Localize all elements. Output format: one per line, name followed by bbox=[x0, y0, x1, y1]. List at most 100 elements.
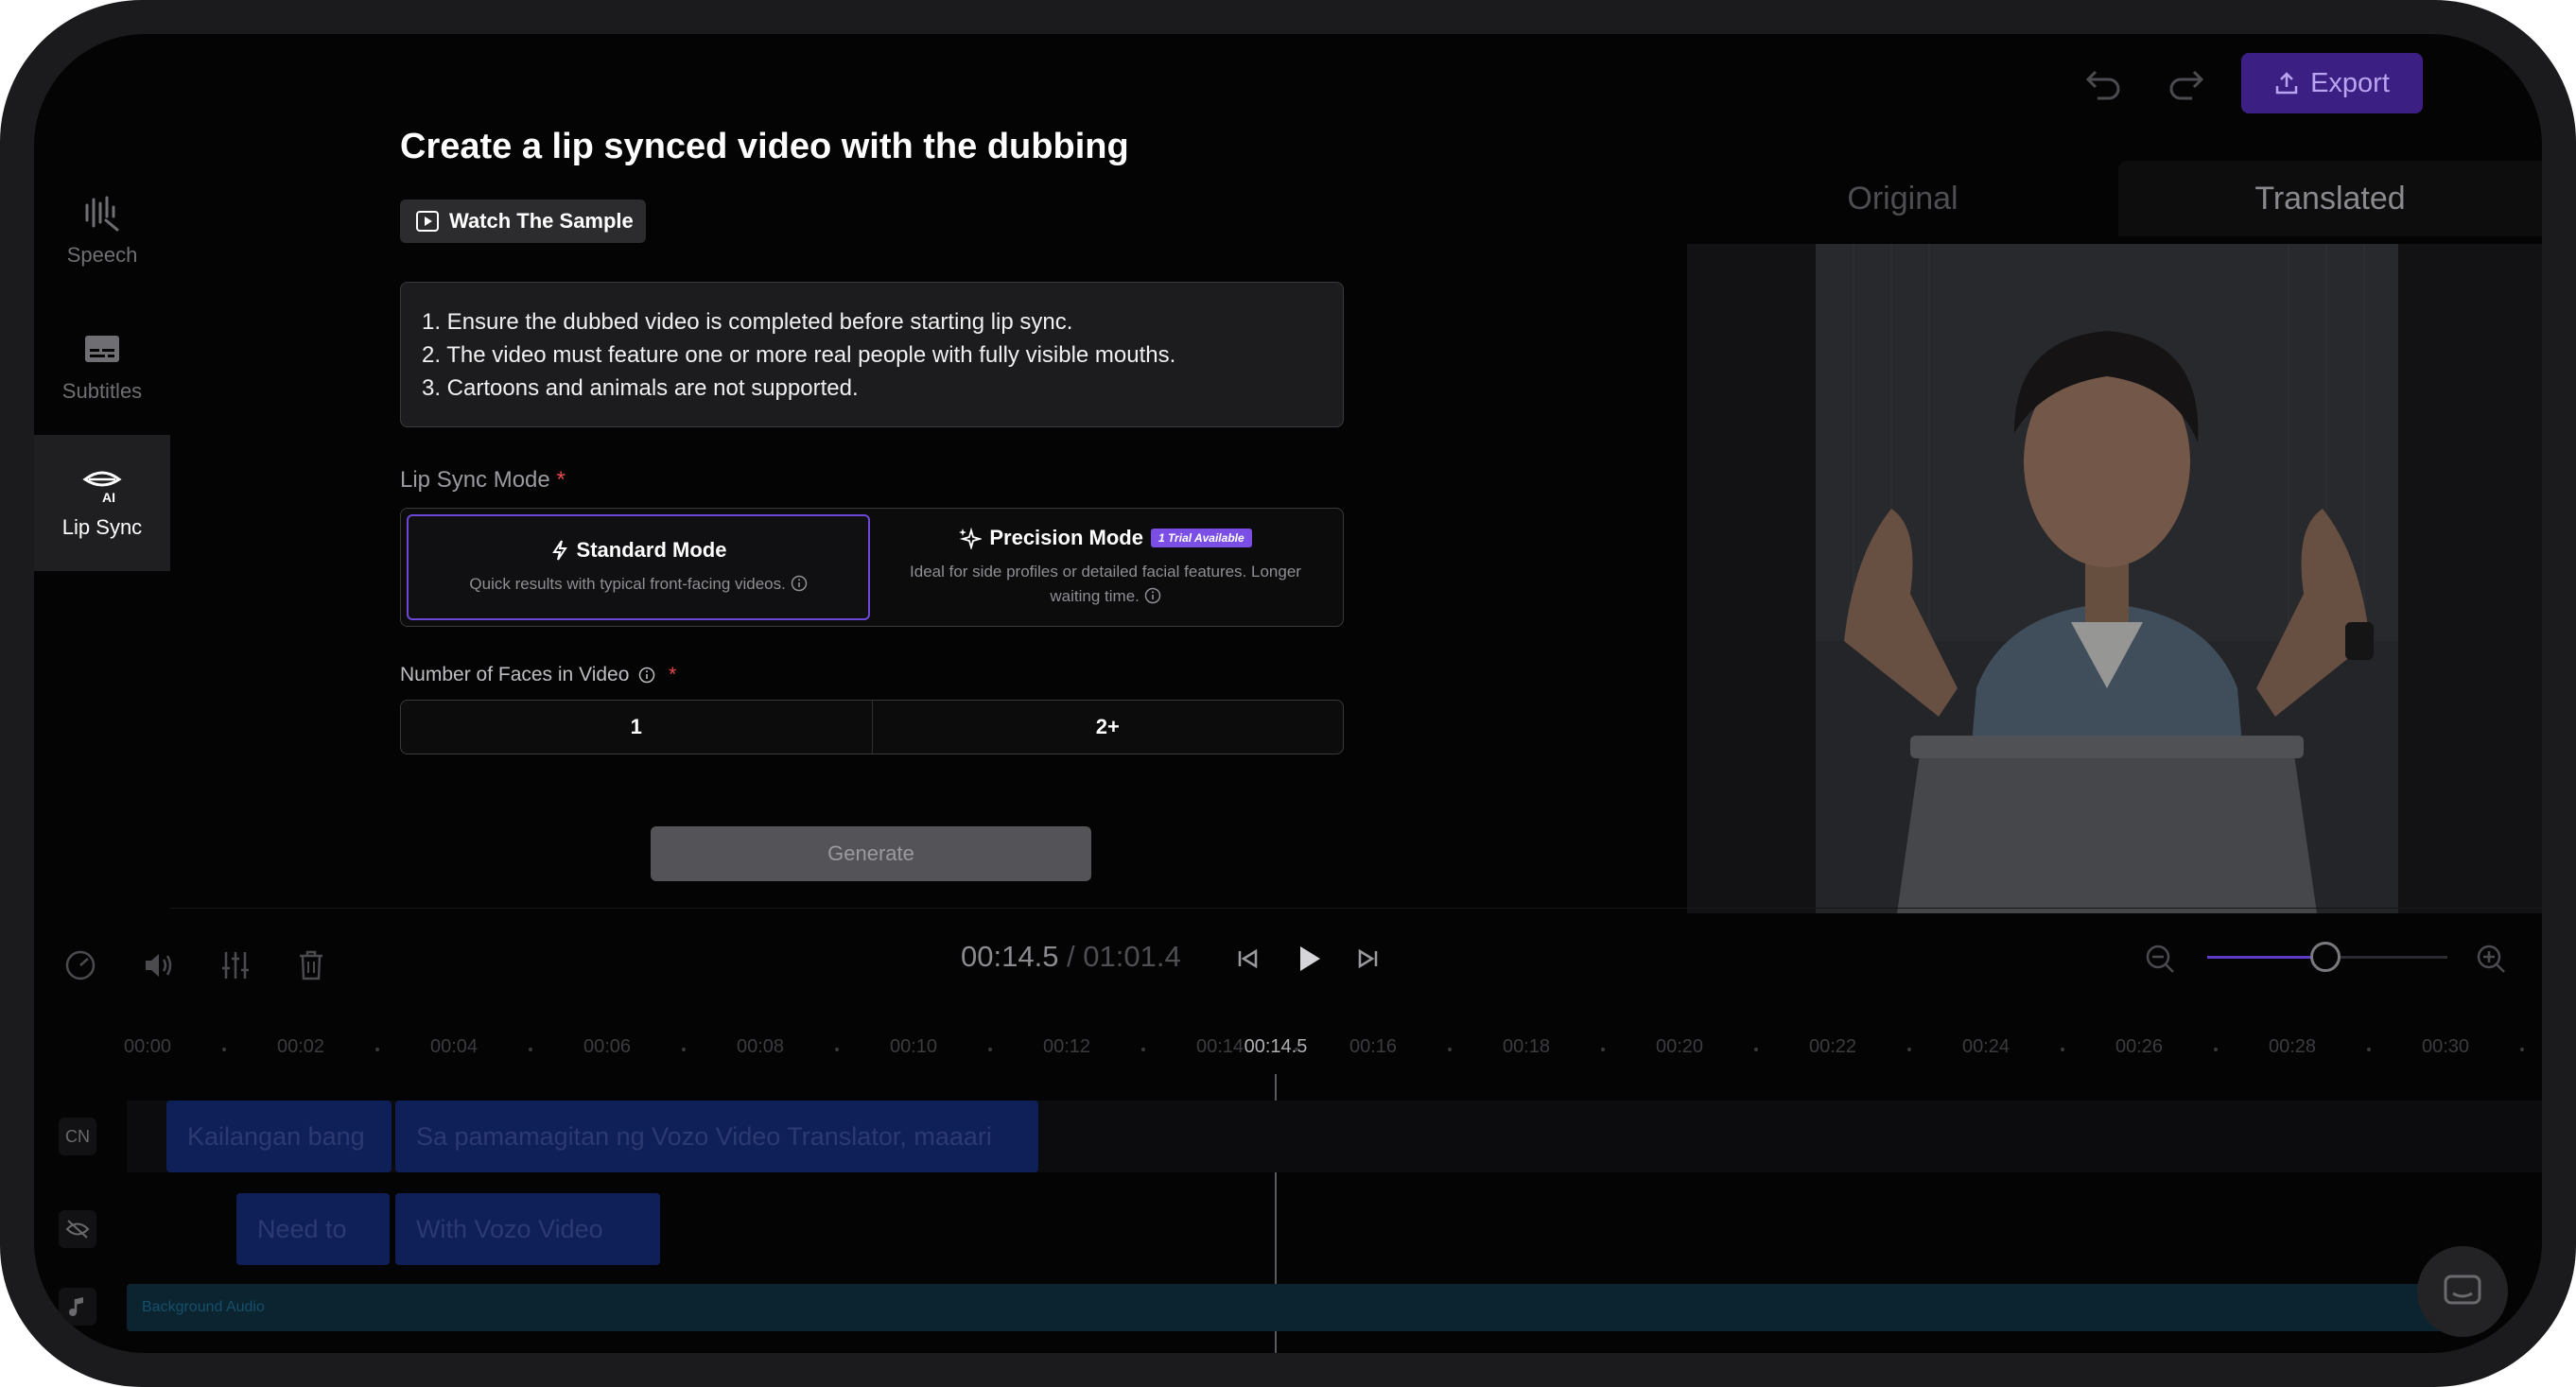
export-button[interactable]: Export bbox=[2241, 53, 2423, 113]
skip-forward-icon bbox=[1358, 948, 1378, 969]
skip-back-button[interactable] bbox=[1233, 944, 1263, 979]
precision-mode-option[interactable]: Precision Mode 1 Trial Available Ideal f… bbox=[874, 514, 1337, 620]
timeline-tick: 00:02 bbox=[276, 1036, 325, 1057]
video-frame-image bbox=[1816, 244, 2398, 913]
redo-button[interactable] bbox=[2167, 66, 2205, 105]
music-track-badge bbox=[59, 1288, 96, 1326]
timeline-tick: 00:26 bbox=[2115, 1036, 2164, 1057]
watch-sample-button[interactable]: Watch The Sample bbox=[400, 199, 646, 243]
chat-support-button[interactable] bbox=[2417, 1246, 2508, 1337]
generate-button[interactable]: Generate bbox=[651, 826, 1091, 881]
lip-sync-mode-label: Lip Sync Mode * bbox=[400, 467, 566, 494]
sidebar-item-lip-sync[interactable]: AI Lip Sync bbox=[34, 435, 170, 571]
subtitles-icon bbox=[85, 336, 119, 362]
sidebar-item-subtitles[interactable]: Subtitles bbox=[34, 299, 170, 435]
timeline-tick-dot bbox=[375, 1048, 379, 1051]
video-preview[interactable] bbox=[1816, 244, 2398, 913]
requirement-3: 3. Cartoons and animals are not supporte… bbox=[422, 375, 859, 401]
eye-off-icon bbox=[65, 1220, 90, 1239]
timeline-tick-dot bbox=[529, 1048, 532, 1051]
timeline-tick: 00:28 bbox=[2268, 1036, 2317, 1057]
tab-translated[interactable]: Translated bbox=[2118, 161, 2542, 236]
timeline-tick: 00:16 bbox=[1349, 1036, 1398, 1057]
timeline-tick: 00:24 bbox=[1961, 1036, 2010, 1057]
tab-original[interactable]: Original bbox=[1687, 161, 2118, 236]
play-video-icon bbox=[416, 211, 439, 232]
svg-text:AI: AI bbox=[102, 490, 115, 504]
timeline-tick: 00:12 bbox=[1042, 1036, 1091, 1057]
lip-sync-mode-selector: Standard Mode Quick results with typical… bbox=[400, 508, 1344, 627]
device-frame: Speech Subtitles AI Lip Sync Export Crea… bbox=[0, 0, 2576, 1387]
timeline-tick-dot bbox=[222, 1048, 226, 1051]
playhead-time-label: 00:14.5 bbox=[1244, 1036, 1308, 1057]
timeline-tick-dot bbox=[1295, 1048, 1298, 1051]
sidebar-item-speech[interactable]: Speech bbox=[34, 163, 170, 299]
timeline-tick-dot bbox=[2367, 1048, 2371, 1051]
faces-option-2plus[interactable]: 2+ bbox=[871, 701, 1344, 754]
sparkle-icon bbox=[959, 527, 983, 549]
upload-icon bbox=[2275, 72, 2298, 95]
chat-icon bbox=[2444, 1274, 2481, 1305]
timeline-tick: 00:30 bbox=[2421, 1036, 2470, 1057]
faces-option-1[interactable]: 1 bbox=[401, 701, 872, 754]
current-time: 00:14.5 bbox=[961, 940, 1059, 973]
info-icon[interactable] bbox=[1144, 587, 1161, 604]
timeline-tick: 00:10 bbox=[889, 1036, 938, 1057]
preview-tabs: Original Translated bbox=[1687, 161, 2542, 236]
standard-mode-title: Standard Mode bbox=[576, 538, 727, 562]
adjust-button[interactable] bbox=[219, 949, 252, 986]
sliders-icon bbox=[222, 952, 249, 979]
standard-mode-option[interactable]: Standard Mode Quick results with typical… bbox=[407, 514, 870, 620]
requirements-box: 1. Ensure the dubbed video is completed … bbox=[400, 282, 1344, 427]
original-clip[interactable]: With Vozo Video bbox=[395, 1193, 660, 1265]
undo-button[interactable] bbox=[2084, 66, 2122, 105]
time-separator: / bbox=[1058, 940, 1084, 973]
speed-button[interactable] bbox=[64, 949, 96, 986]
volume-button[interactable] bbox=[142, 949, 176, 986]
required-mark: * bbox=[556, 467, 566, 493]
track-language-badge: CN bbox=[59, 1118, 96, 1155]
timeline-tick-dot bbox=[2520, 1048, 2524, 1051]
standard-mode-desc: Quick results with typical front-facing … bbox=[469, 575, 786, 593]
lightning-icon bbox=[551, 540, 567, 561]
audio-track-label: Background Audio bbox=[142, 1299, 265, 1315]
zoom-slider-handle[interactable] bbox=[2310, 942, 2341, 972]
timeline-tick-dot bbox=[2214, 1048, 2218, 1051]
precision-mode-title: Precision Mode bbox=[989, 526, 1143, 549]
total-time: 01:01.4 bbox=[1083, 940, 1181, 973]
background-audio-track[interactable]: Background Audio bbox=[127, 1284, 2481, 1331]
timeline-tick: 00:04 bbox=[429, 1036, 479, 1057]
info-icon[interactable] bbox=[791, 575, 808, 592]
info-icon[interactable] bbox=[638, 667, 655, 684]
timeline-tick: 00:00 bbox=[123, 1036, 172, 1057]
faces-label-text: Number of Faces in Video bbox=[400, 664, 630, 685]
timeline-tick: 00:20 bbox=[1655, 1036, 1704, 1057]
timeline-tick: 00:08 bbox=[736, 1036, 785, 1057]
delete-button[interactable] bbox=[297, 949, 325, 986]
zoom-in-button[interactable] bbox=[2474, 942, 2508, 980]
skip-forward-button[interactable] bbox=[1352, 944, 1383, 979]
lip-sync-mode-text: Lip Sync Mode bbox=[400, 467, 550, 493]
timeline-tick-dot bbox=[1141, 1048, 1145, 1051]
subtitle-clip[interactable]: Sa pamamagitan ng Vozo Video Translator,… bbox=[395, 1101, 1038, 1172]
timeline-tick-dot bbox=[988, 1048, 992, 1051]
original-clip[interactable]: Need to bbox=[236, 1193, 390, 1265]
zoom-out-button[interactable] bbox=[2143, 942, 2177, 980]
play-button[interactable] bbox=[1292, 942, 1326, 980]
watch-sample-label: Watch The Sample bbox=[449, 209, 634, 233]
timeline-tick-dot bbox=[1907, 1048, 1911, 1051]
lip-sync-ai-icon: AI bbox=[82, 471, 122, 504]
timeline-tick-dot bbox=[1448, 1048, 1452, 1051]
sidebar-item-label: Speech bbox=[66, 243, 138, 267]
trash-icon bbox=[300, 950, 322, 980]
sidebar-item-label: Subtitles bbox=[61, 379, 143, 403]
subtitle-clip[interactable]: Kailangan bang bbox=[166, 1101, 392, 1172]
zoom-in-icon bbox=[2477, 945, 2505, 973]
timeline-ruler[interactable]: 00:14.5 00:00 00:02 00:04 00:06 00:08 00:10 00… bbox=[110, 1036, 2542, 1065]
zoom-out-icon bbox=[2146, 945, 2174, 973]
requirement-1: 1. Ensure the dubbed video is completed … bbox=[422, 309, 1073, 335]
required-mark: * bbox=[669, 664, 677, 685]
track-hidden-toggle[interactable] bbox=[59, 1210, 96, 1248]
sidebar-item-label: Lip Sync bbox=[61, 515, 143, 539]
export-label: Export bbox=[2310, 67, 2390, 98]
